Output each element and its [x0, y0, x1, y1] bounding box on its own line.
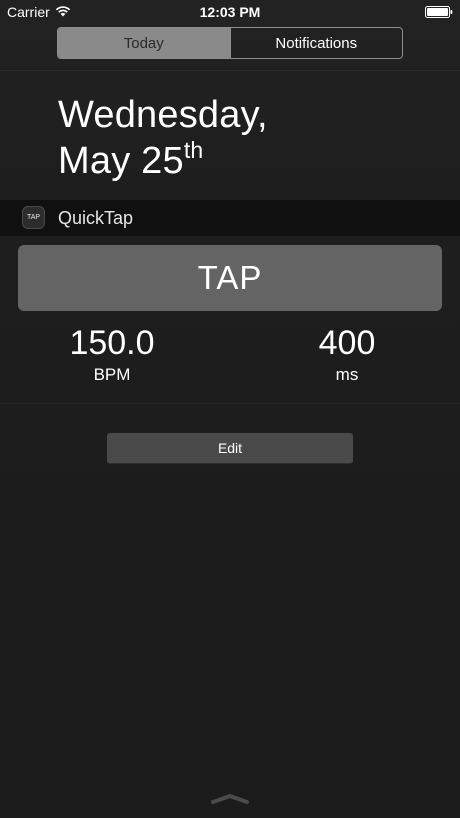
date-month-day: May 25: [58, 140, 184, 182]
view-segmented-control: Today Notifications: [57, 27, 403, 59]
quicktap-app-icon: TAP: [22, 206, 45, 229]
date-ordinal-suffix: th: [183, 137, 204, 163]
date-heading: Wednesday, May 25th: [58, 92, 268, 184]
notification-center-screen: Carrier 12:03 PM Today Notifications Wed…: [0, 0, 460, 818]
bpm-value: 150.0: [69, 324, 155, 362]
widget-divider: [0, 403, 460, 404]
tab-notifications[interactable]: Notifications: [229, 28, 403, 58]
edit-button[interactable]: Edit: [107, 433, 353, 464]
status-bar: Carrier 12:03 PM: [0, 0, 460, 24]
quicktap-widget-header[interactable]: TAP QuickTap: [0, 200, 460, 236]
date-month-day-line: May 25th: [58, 138, 268, 184]
battery-icon: [425, 6, 453, 18]
bpm-unit-label: BPM: [93, 365, 131, 384]
widget-title: QuickTap: [58, 208, 134, 228]
interval-value: 400: [318, 324, 376, 362]
bpm-stat: 150.0 BPM: [22, 322, 202, 386]
chevron-up-grabber-icon[interactable]: [210, 793, 250, 805]
interval-stat: 400 ms: [257, 322, 437, 386]
header-divider: [0, 70, 460, 71]
status-time: 12:03 PM: [199, 4, 261, 20]
tab-today[interactable]: Today: [58, 28, 230, 58]
date-weekday: Wednesday,: [58, 94, 268, 136]
interval-unit-label: ms: [335, 365, 359, 384]
tap-button[interactable]: TAP: [18, 245, 442, 311]
